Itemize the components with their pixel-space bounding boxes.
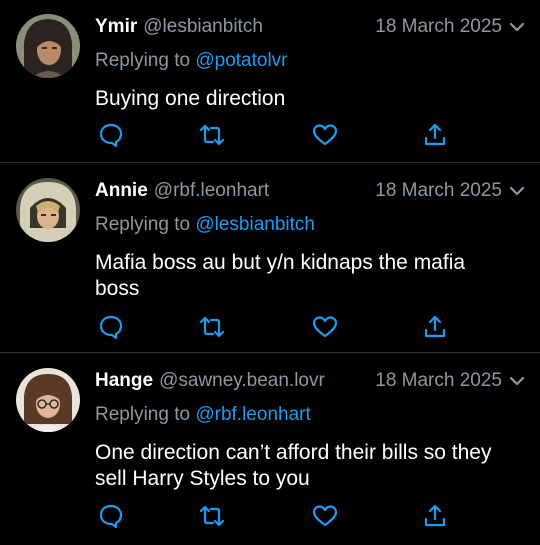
tweet-2[interactable]: Annie @rbf.leonhart 18 March 2025 Replyi… xyxy=(0,163,540,352)
tweet-1[interactable]: Ymir @lesbianbitch 18 March 2025 Replyin… xyxy=(0,0,540,162)
reply-icon[interactable] xyxy=(97,502,125,530)
replying-to-label: Replying to xyxy=(95,404,196,425)
heart-icon[interactable] xyxy=(311,502,339,530)
tweet-text: Buying one direction xyxy=(95,87,286,110)
avatar[interactable] xyxy=(16,14,80,78)
share-icon[interactable] xyxy=(421,502,449,530)
action-bar xyxy=(0,313,540,341)
retweet-icon[interactable] xyxy=(198,121,226,149)
reply-icon[interactable] xyxy=(97,313,125,341)
replying-to: Replying to @potatolvr xyxy=(95,50,288,72)
tweet-3[interactable]: Hange @sawney.bean.lovr 18 March 2025 Re… xyxy=(0,353,540,545)
display-name[interactable]: Ymir xyxy=(95,16,137,38)
tweet-date: 18 March 2025 xyxy=(375,370,502,391)
display-name[interactable]: Hange xyxy=(95,370,153,392)
action-bar xyxy=(0,502,540,530)
share-icon[interactable] xyxy=(421,313,449,341)
avatar[interactable] xyxy=(16,368,80,432)
tweet-date: 18 March 2025 xyxy=(375,16,502,37)
user-handle[interactable]: @lesbianbitch xyxy=(143,16,263,38)
retweet-icon[interactable] xyxy=(198,502,226,530)
retweet-icon[interactable] xyxy=(198,313,226,341)
reply-icon[interactable] xyxy=(97,121,125,149)
heart-icon[interactable] xyxy=(311,121,339,149)
mention-link[interactable]: @lesbianbitch xyxy=(195,214,315,235)
chevron-down-icon[interactable] xyxy=(508,372,526,390)
display-name[interactable]: Annie xyxy=(95,180,148,202)
mention-link[interactable]: @rbf.leonhart xyxy=(195,404,310,425)
user-handle[interactable]: @rbf.leonhart xyxy=(154,180,269,202)
user-handle[interactable]: @sawney.bean.lovr xyxy=(159,370,325,392)
tweet-date: 18 March 2025 xyxy=(375,180,502,201)
share-icon[interactable] xyxy=(421,121,449,149)
replying-to: Replying to @rbf.leonhart xyxy=(95,404,311,426)
heart-icon[interactable] xyxy=(311,313,339,341)
replying-to-label: Replying to xyxy=(95,214,196,235)
replying-to-label: Replying to xyxy=(95,50,196,71)
tweet-text: Mafia boss au but y/n kidnaps the mafia … xyxy=(95,251,466,300)
mention-link[interactable]: @potatolvr xyxy=(195,50,287,71)
chevron-down-icon[interactable] xyxy=(508,182,526,200)
avatar[interactable] xyxy=(16,178,80,242)
replying-to: Replying to @lesbianbitch xyxy=(95,214,315,236)
tweet-text: One direction can’t afford their bills s… xyxy=(95,441,492,490)
chevron-down-icon[interactable] xyxy=(508,18,526,36)
action-bar xyxy=(0,121,540,149)
